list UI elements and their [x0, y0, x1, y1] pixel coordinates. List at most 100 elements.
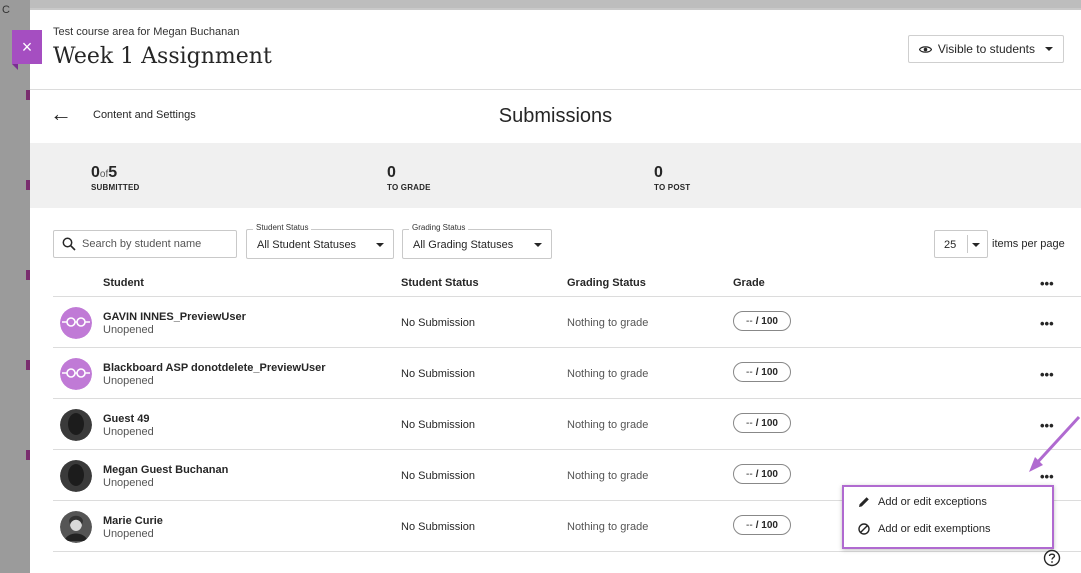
stat-to-post: 0 TO POST	[654, 164, 690, 192]
menu-item-label: Add or edit exemptions	[878, 523, 991, 535]
row-options-menu: Add or edit exceptions Add or edit exemp…	[842, 485, 1054, 549]
photo-avatar	[60, 511, 92, 543]
grade-max: / 100	[755, 519, 778, 531]
grading-status-cell: Nothing to grade	[567, 368, 649, 380]
student-name[interactable]: GAVIN INNES_PreviewUser	[103, 311, 246, 323]
grading-status-cell: Nothing to grade	[567, 470, 649, 482]
column-header-student[interactable]: Student	[103, 277, 144, 289]
search-icon	[62, 237, 76, 251]
menu-item-exceptions[interactable]: Add or edit exceptions	[858, 496, 987, 508]
student-status-cell: No Submission	[401, 470, 475, 482]
per-page-value: 25	[944, 239, 957, 251]
items-per-page-select[interactable]: 25	[934, 230, 988, 258]
preview-user-avatar	[60, 307, 92, 339]
select-separator	[967, 235, 968, 253]
grading-status-cell: Nothing to grade	[567, 521, 649, 533]
header-more-options-button[interactable]: •••	[1040, 277, 1054, 290]
grade-pill[interactable]: --/ 100	[733, 413, 791, 433]
table-row: Blackboard ASP donotdelete_PreviewUser U…	[53, 348, 1081, 398]
to-grade-label: TO GRADE	[387, 183, 431, 192]
to-post-count: 0	[654, 164, 663, 181]
grade-pill[interactable]: --/ 100	[733, 515, 791, 535]
prohibited-icon	[858, 523, 870, 535]
background-course-strip: C	[0, 0, 30, 573]
to-post-label: TO POST	[654, 183, 691, 192]
visibility-label: Visible to students	[937, 42, 1035, 56]
grading-status-cell: Nothing to grade	[567, 419, 649, 431]
student-status-cell: No Submission	[401, 317, 475, 329]
per-page-label: items per page	[992, 238, 1065, 250]
grade-pill[interactable]: --/ 100	[733, 464, 791, 484]
student-name[interactable]: Blackboard ASP donotdelete_PreviewUser	[103, 362, 326, 374]
chevron-down-icon	[376, 243, 384, 247]
search-input[interactable]	[80, 237, 234, 251]
menu-item-label: Add or edit exceptions	[878, 496, 987, 508]
column-header-student-status[interactable]: Student Status	[401, 277, 479, 289]
chevron-down-icon	[1045, 47, 1053, 51]
submitted-label: SUBMITTED	[91, 183, 140, 192]
grading-status-legend: Grading Status	[409, 223, 469, 232]
column-header-grade[interactable]: Grade	[733, 277, 765, 289]
student-open-status: Unopened	[103, 324, 154, 336]
student-open-status: Unopened	[103, 477, 154, 489]
student-status-select[interactable]: Student Status All Student Statuses	[246, 223, 394, 259]
column-header-grading-status[interactable]: Grading Status	[567, 277, 646, 289]
search-box[interactable]	[53, 230, 237, 258]
grading-status-cell: Nothing to grade	[567, 317, 649, 329]
help-icon[interactable]	[1043, 549, 1061, 567]
grade-max: / 100	[755, 366, 778, 378]
row-more-options-button[interactable]: •••	[1040, 317, 1054, 330]
student-name[interactable]: Guest 49	[103, 413, 149, 425]
grade-value: --	[746, 468, 753, 480]
default-user-avatar	[60, 460, 92, 492]
grade-max: / 100	[755, 315, 778, 327]
student-status-cell: No Submission	[401, 521, 475, 533]
grading-status-select[interactable]: Grading Status All Grading Statuses	[402, 223, 552, 259]
grade-value: --	[746, 366, 753, 378]
menu-item-exemptions[interactable]: Add or edit exemptions	[858, 523, 991, 535]
eye-icon	[918, 45, 932, 53]
grade-pill[interactable]: --/ 100	[733, 362, 791, 382]
grade-max: / 100	[755, 468, 778, 480]
grade-value: --	[746, 519, 753, 531]
row-divider	[53, 551, 1081, 552]
student-open-status: Unopened	[103, 375, 154, 387]
student-status-value: All Student Statuses	[257, 239, 357, 251]
student-status-legend: Student Status	[253, 223, 312, 232]
table-row: Guest 49 Unopened No Submission Nothing …	[53, 399, 1081, 449]
submitted-of: of	[99, 169, 109, 180]
course-area-label: Test course area for Megan Buchanan	[53, 26, 240, 38]
page-title: Week 1 Assignment	[53, 44, 272, 69]
annotation-arrow	[1029, 415, 1081, 472]
row-more-options-button[interactable]: •••	[1040, 368, 1054, 381]
grade-value: --	[746, 417, 753, 429]
student-status-cell: No Submission	[401, 419, 475, 431]
student-name[interactable]: Marie Curie	[103, 515, 163, 527]
student-status-cell: No Submission	[401, 368, 475, 380]
section-title: Submissions	[498, 105, 613, 127]
grade-max: / 100	[755, 417, 778, 429]
submission-stats: 0of5 SUBMITTED 0 TO GRADE 0 TO POST	[30, 143, 1081, 208]
submitted-count: 0	[91, 164, 100, 181]
student-open-status: Unopened	[103, 426, 154, 438]
to-grade-count: 0	[387, 164, 396, 181]
stat-submitted: 0of5 SUBMITTED	[91, 164, 139, 192]
grade-pill[interactable]: --/ 100	[733, 311, 791, 331]
background-strip-text: C	[2, 4, 10, 16]
default-user-avatar	[60, 409, 92, 441]
table-row: GAVIN INNES_PreviewUser Unopened No Subm…	[53, 297, 1081, 347]
window-frame-top	[0, 0, 1081, 8]
stat-to-grade: 0 TO GRADE	[387, 164, 431, 192]
student-open-status: Unopened	[103, 528, 154, 540]
grading-status-value: All Grading Statuses	[413, 239, 514, 251]
close-panel-button[interactable]: ×	[12, 30, 42, 70]
assignment-panel: Test course area for Megan Buchanan Week…	[30, 10, 1081, 573]
student-name[interactable]: Megan Guest Buchanan	[103, 464, 228, 476]
visibility-dropdown[interactable]: Visible to students	[907, 35, 1064, 63]
submitted-total: 5	[108, 164, 118, 181]
divider	[30, 89, 1081, 90]
grade-value: --	[746, 315, 753, 327]
pencil-icon	[859, 497, 869, 507]
preview-user-avatar	[60, 358, 92, 390]
chevron-down-icon	[534, 243, 542, 247]
